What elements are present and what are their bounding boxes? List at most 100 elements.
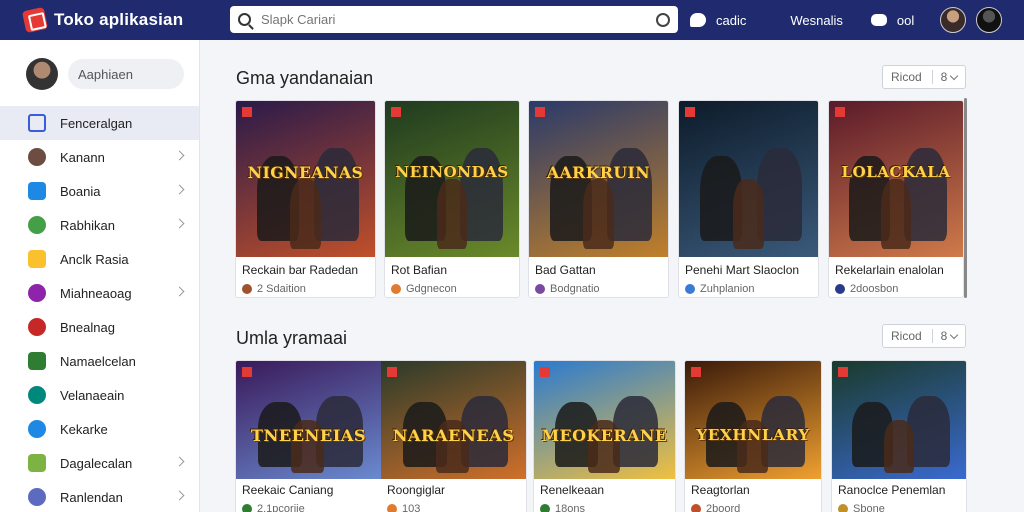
profile-label: Aaphiaen xyxy=(68,59,184,89)
sidebar-item-10[interactable]: Dagalecalan xyxy=(0,446,199,480)
voice-search-icon[interactable] xyxy=(656,12,670,27)
avatar-icon xyxy=(28,318,46,336)
app-card[interactable]: MEOKERANE Renelkeaan 18ons xyxy=(533,360,676,512)
sidebar-item-2[interactable]: Boania xyxy=(0,174,199,208)
filter-dropdown[interactable]: 8 xyxy=(933,70,965,84)
app-card[interactable]: YEXHNLARY Reagtorlan 2boord xyxy=(684,360,822,512)
top-link-0[interactable]: cadic xyxy=(716,13,746,28)
badge-icon xyxy=(535,107,545,117)
badge-icon xyxy=(387,367,397,377)
sidebar-item-label: Kekarke xyxy=(60,421,108,437)
app-meta-text: Bodgnatio xyxy=(550,283,600,295)
sidebar-nav: Fenceralgan Kanann Boania Rabhikan Anclk Ras… xyxy=(0,106,199,512)
app-meta: 2.1pcoriie xyxy=(242,503,305,512)
filter-label: Ricod xyxy=(883,70,933,84)
sidebar-item-8[interactable]: Velanaeain xyxy=(0,378,199,412)
profile-avatar xyxy=(26,58,58,90)
app-name: Penehi Mart Slaoclon xyxy=(685,263,800,277)
badge-icon xyxy=(685,107,695,117)
badge-icon xyxy=(835,107,845,117)
section-filter-0[interactable]: Ricod 8 xyxy=(882,65,966,89)
character-figure xyxy=(582,179,614,250)
account-avatar[interactable] xyxy=(976,7,1003,33)
app-card[interactable]: Penehi Mart Slaoclon Zuhplanion xyxy=(678,100,819,298)
store-logo-icon xyxy=(21,6,49,34)
avatar-icon xyxy=(28,148,46,166)
game-logo: LOLACKALA xyxy=(841,163,951,182)
chevron-right-icon xyxy=(174,490,185,501)
app-card[interactable]: NARAENEAS Roongiglar 103 xyxy=(381,360,527,512)
developer-icon xyxy=(242,284,252,294)
character-figure xyxy=(436,179,467,250)
sidebar-item-11[interactable]: Ranlendan xyxy=(0,480,199,512)
section-title-1: Umla yramaai xyxy=(236,328,348,348)
app-card[interactable]: NIGNEANAS Reckain bar Radedan 2 Sdaition xyxy=(235,100,376,298)
search-box[interactable] xyxy=(230,6,678,33)
developer-icon xyxy=(242,504,252,512)
top-link-2[interactable]: ool xyxy=(897,13,914,28)
app-name: Roongiglar xyxy=(387,483,446,497)
chevron-right-icon xyxy=(174,150,185,161)
chat-icon[interactable] xyxy=(690,13,706,27)
badge-icon xyxy=(242,107,252,117)
chevron-right-icon xyxy=(174,218,185,229)
app-card[interactable]: Ranoclce Penemlan Sbone xyxy=(831,360,967,512)
sidebar-item-6[interactable]: Bnealnag xyxy=(0,310,199,344)
sidebar-item-9[interactable]: Kekarke xyxy=(0,412,199,446)
developer-icon xyxy=(387,504,397,512)
developer-icon xyxy=(685,284,695,294)
sidebar-item-1[interactable]: Kanann xyxy=(0,140,199,174)
badge-icon xyxy=(391,107,401,117)
sidebar-item-label: Bnealnag xyxy=(60,319,115,335)
developer-icon xyxy=(835,284,845,294)
badge-icon xyxy=(838,367,848,377)
app-meta: 2doosbon xyxy=(835,283,898,295)
game-cover-art xyxy=(679,101,818,257)
app-name: Reekaic Caniang xyxy=(242,483,334,497)
app-icon xyxy=(28,352,46,370)
sidebar-item-label: Ranlendan xyxy=(60,489,123,505)
app-name: Renelkeaan xyxy=(540,483,605,497)
brand[interactable]: Toko aplikasian xyxy=(21,6,224,34)
app-name: Reagtorlan xyxy=(691,483,750,497)
search-input[interactable] xyxy=(261,12,656,27)
app-name: Rekelarlain enalolan xyxy=(835,263,944,277)
app-card[interactable]: AARKRUIN Bad Gattan Bodgnatio xyxy=(528,100,669,298)
filter-dropdown[interactable]: 8 xyxy=(933,329,965,343)
sidebar-item-3[interactable]: Rabhikan xyxy=(0,208,199,242)
app-meta: Bodgnatio xyxy=(535,283,600,295)
filter-label: Ricod xyxy=(883,329,933,343)
developer-icon xyxy=(535,284,545,294)
app-card[interactable]: NEINONDAS Rot Bafian Gdgnecon xyxy=(384,100,520,298)
developer-icon xyxy=(838,504,848,512)
sidebar: Aaphiaen Fenceralgan Kanann Boania Rabhikan… xyxy=(0,40,200,512)
top-link-1[interactable]: Wesnalis xyxy=(790,13,843,28)
puzzle-icon xyxy=(28,284,46,302)
app-meta-text: 2.1pcoriie xyxy=(257,503,305,512)
sidebar-profile[interactable]: Aaphiaen xyxy=(26,58,199,90)
app-meta-text: 2doosbon xyxy=(850,283,899,295)
sidebar-item-4[interactable]: Anclk Rasia xyxy=(0,242,199,276)
main-content: Gma yandanaian Ricod 8 NIGNEANAS Reckain bar… xyxy=(200,40,1024,512)
user-avatar[interactable] xyxy=(940,7,967,33)
game-logo: YEXHNLARY xyxy=(696,425,810,444)
sidebar-item-5[interactable]: Miahneaoag xyxy=(0,276,199,310)
sidebar-item-7[interactable]: Namaelcelan xyxy=(0,344,199,378)
game-cover-art: NARAENEAS xyxy=(381,361,526,479)
gamepad-icon[interactable] xyxy=(870,14,887,26)
app-name: Rot Bafian xyxy=(391,263,448,277)
chevron-right-icon xyxy=(174,184,185,195)
app-card[interactable]: LOLACKALA Rekelarlain enalolan 2doosbon xyxy=(828,100,964,298)
carousel-scrollbar[interactable] xyxy=(964,98,967,298)
sidebar-item-label: Fenceralgan xyxy=(60,115,133,131)
sidebar-item-label: Kanann xyxy=(60,149,105,165)
app-meta: 18ons xyxy=(540,503,585,512)
game-logo: TNEENEIAS xyxy=(250,425,367,445)
character-figure xyxy=(732,179,764,250)
sidebar-item-label: Anclk Rasia xyxy=(60,251,129,267)
app-meta-text: Sbone xyxy=(853,503,885,512)
app-card[interactable]: TNEENEIAS Reekaic Caniang 2.1pcoriie xyxy=(235,360,381,512)
section-filter-1[interactable]: Ricod 8 xyxy=(882,324,966,348)
sidebar-item-0[interactable]: Fenceralgan xyxy=(0,106,199,140)
sidebar-item-label: Boania xyxy=(60,183,101,199)
